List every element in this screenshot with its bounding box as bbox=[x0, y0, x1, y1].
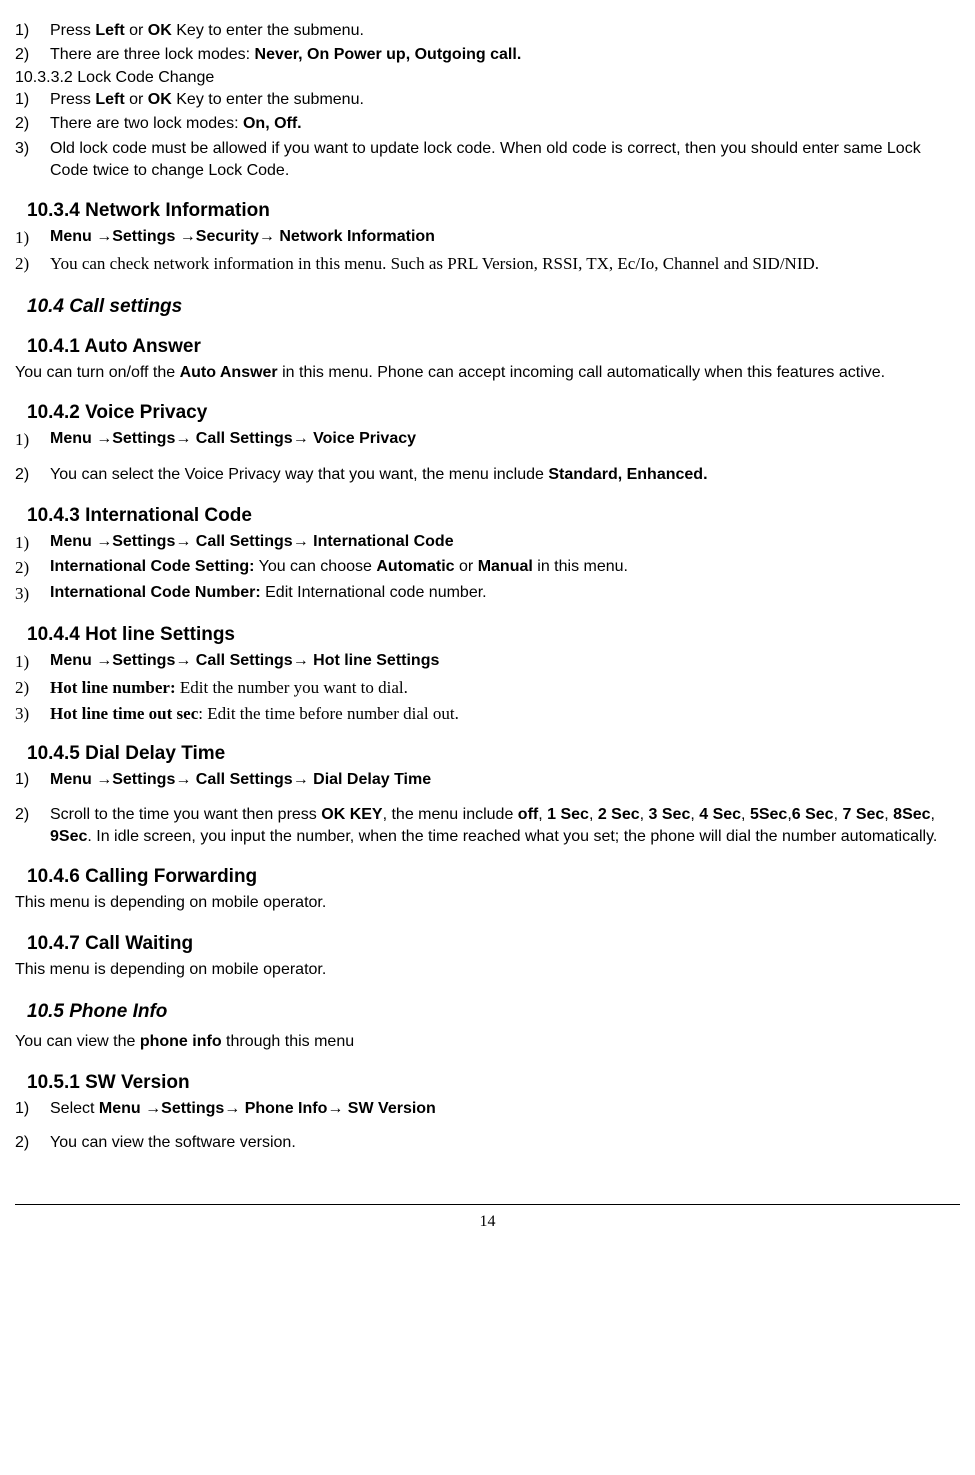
list-marker: 1) bbox=[15, 226, 50, 250]
list-item: 2) You can view the software version. bbox=[15, 1132, 960, 1154]
list-item: 1) Press Left or OK Key to enter the sub… bbox=[15, 20, 960, 42]
heading-call-waiting: 10.4.7 Call Waiting bbox=[27, 933, 960, 955]
list-marker: 3) bbox=[15, 138, 50, 183]
list-content: There are three lock modes: Never, On Po… bbox=[50, 44, 960, 66]
list-marker: 1) bbox=[15, 531, 50, 555]
list-content: Menu →Settings→ Call Settings→ Hot line … bbox=[50, 650, 960, 674]
list-marker: 1) bbox=[15, 1098, 50, 1120]
list-content: Press Left or OK Key to enter the submen… bbox=[50, 20, 960, 42]
list-marker: 1) bbox=[15, 428, 50, 452]
list-marker: 2) bbox=[15, 804, 50, 849]
list-item: 2) International Code Setting: You can c… bbox=[15, 556, 960, 580]
list-item: 2) Scroll to the time you want then pres… bbox=[15, 804, 960, 849]
list-item: 2) There are three lock modes: Never, On… bbox=[15, 44, 960, 66]
list-item: 2) Hot line number: Edit the number you … bbox=[15, 676, 960, 700]
list-marker: 2) bbox=[15, 1132, 50, 1154]
list-item: 1) Menu →Settings→ Call Settings→ Intern… bbox=[15, 531, 960, 555]
list-marker: 2) bbox=[15, 44, 50, 66]
list-item: 3) Hot line time out sec: Edit the time … bbox=[15, 702, 960, 726]
paragraph: This menu is depending on mobile operato… bbox=[15, 959, 960, 981]
list-item: 1) Menu →Settings→ Call Settings→ Hot li… bbox=[15, 650, 960, 674]
heading-dial-delay: 10.4.5 Dial Delay Time bbox=[27, 743, 960, 765]
list-content: International Code Number: Edit Internat… bbox=[50, 582, 960, 606]
list-content: Old lock code must be allowed if you wan… bbox=[50, 138, 960, 183]
list-marker: 3) bbox=[15, 582, 50, 606]
heading-network-info: 10.3.4 Network Information bbox=[27, 200, 960, 222]
list-item: 1) Menu →Settings→ Call Settings→ Dial D… bbox=[15, 769, 960, 791]
list-item: 1) Menu →Settings →Security→ Network Inf… bbox=[15, 226, 960, 250]
list-marker: 2) bbox=[15, 464, 50, 486]
paragraph: This menu is depending on mobile operato… bbox=[15, 892, 960, 914]
list-content: There are two lock modes: On, Off. bbox=[50, 113, 960, 135]
heading-auto-answer: 10.4.1 Auto Answer bbox=[27, 336, 960, 358]
list-content: Menu →Settings →Security→ Network Inform… bbox=[50, 226, 960, 250]
list-content: Hot line number: Edit the number you wan… bbox=[50, 676, 960, 700]
subsection-heading: 10.3.3.2 Lock Code Change bbox=[15, 69, 960, 87]
list-marker: 1) bbox=[15, 769, 50, 791]
list-content: You can select the Voice Privacy way tha… bbox=[50, 464, 960, 486]
heading-hotline-settings: 10.4.4 Hot line Settings bbox=[27, 624, 960, 646]
page-number: 14 bbox=[15, 1213, 960, 1231]
list-marker: 2) bbox=[15, 676, 50, 700]
list-marker: 2) bbox=[15, 113, 50, 135]
heading-calling-forwarding: 10.4.6 Calling Forwarding bbox=[27, 866, 960, 888]
paragraph: You can turn on/off the Auto Answer in t… bbox=[15, 362, 960, 384]
heading-sw-version: 10.5.1 SW Version bbox=[27, 1072, 960, 1094]
list-content: Menu →Settings→ Call Settings→ Internati… bbox=[50, 531, 960, 555]
list-marker: 2) bbox=[15, 252, 50, 276]
list-content: International Code Setting: You can choo… bbox=[50, 556, 960, 580]
list-item: 3) International Code Number: Edit Inter… bbox=[15, 582, 960, 606]
heading-international-code: 10.4.3 International Code bbox=[27, 505, 960, 527]
list-content: Menu →Settings→ Call Settings→ Voice Pri… bbox=[50, 428, 960, 452]
list-content: You can check network information in thi… bbox=[50, 252, 960, 276]
list-item: 3) Old lock code must be allowed if you … bbox=[15, 138, 960, 183]
list-content: Press Left or OK Key to enter the submen… bbox=[50, 89, 960, 111]
list-content: Hot line time out sec: Edit the time bef… bbox=[50, 702, 960, 726]
list-item: 2) You can select the Voice Privacy way … bbox=[15, 464, 960, 486]
list-marker: 3) bbox=[15, 702, 50, 726]
list-content: Menu →Settings→ Call Settings→ Dial Dela… bbox=[50, 769, 960, 791]
list-marker: 2) bbox=[15, 556, 50, 580]
list-item: 1) Press Left or OK Key to enter the sub… bbox=[15, 89, 960, 111]
heading-voice-privacy: 10.4.2 Voice Privacy bbox=[27, 402, 960, 424]
list-marker: 1) bbox=[15, 650, 50, 674]
list-item: 1) Select Menu →Settings→ Phone Info→ SW… bbox=[15, 1098, 960, 1120]
list-content: Select Menu →Settings→ Phone Info→ SW Ve… bbox=[50, 1098, 960, 1120]
heading-phone-info: 10.5 Phone Info bbox=[27, 1001, 960, 1023]
list-item: 2) There are two lock modes: On, Off. bbox=[15, 113, 960, 135]
list-marker: 1) bbox=[15, 20, 50, 42]
list-item: 1) Menu →Settings→ Call Settings→ Voice … bbox=[15, 428, 960, 452]
list-marker: 1) bbox=[15, 89, 50, 111]
list-content: Scroll to the time you want then press O… bbox=[50, 804, 960, 849]
list-item: 2) You can check network information in … bbox=[15, 252, 960, 276]
heading-call-settings: 10.4 Call settings bbox=[27, 296, 960, 318]
list-content: You can view the software version. bbox=[50, 1132, 960, 1154]
page-divider bbox=[15, 1204, 960, 1205]
paragraph: You can view the phone info through this… bbox=[15, 1031, 960, 1053]
